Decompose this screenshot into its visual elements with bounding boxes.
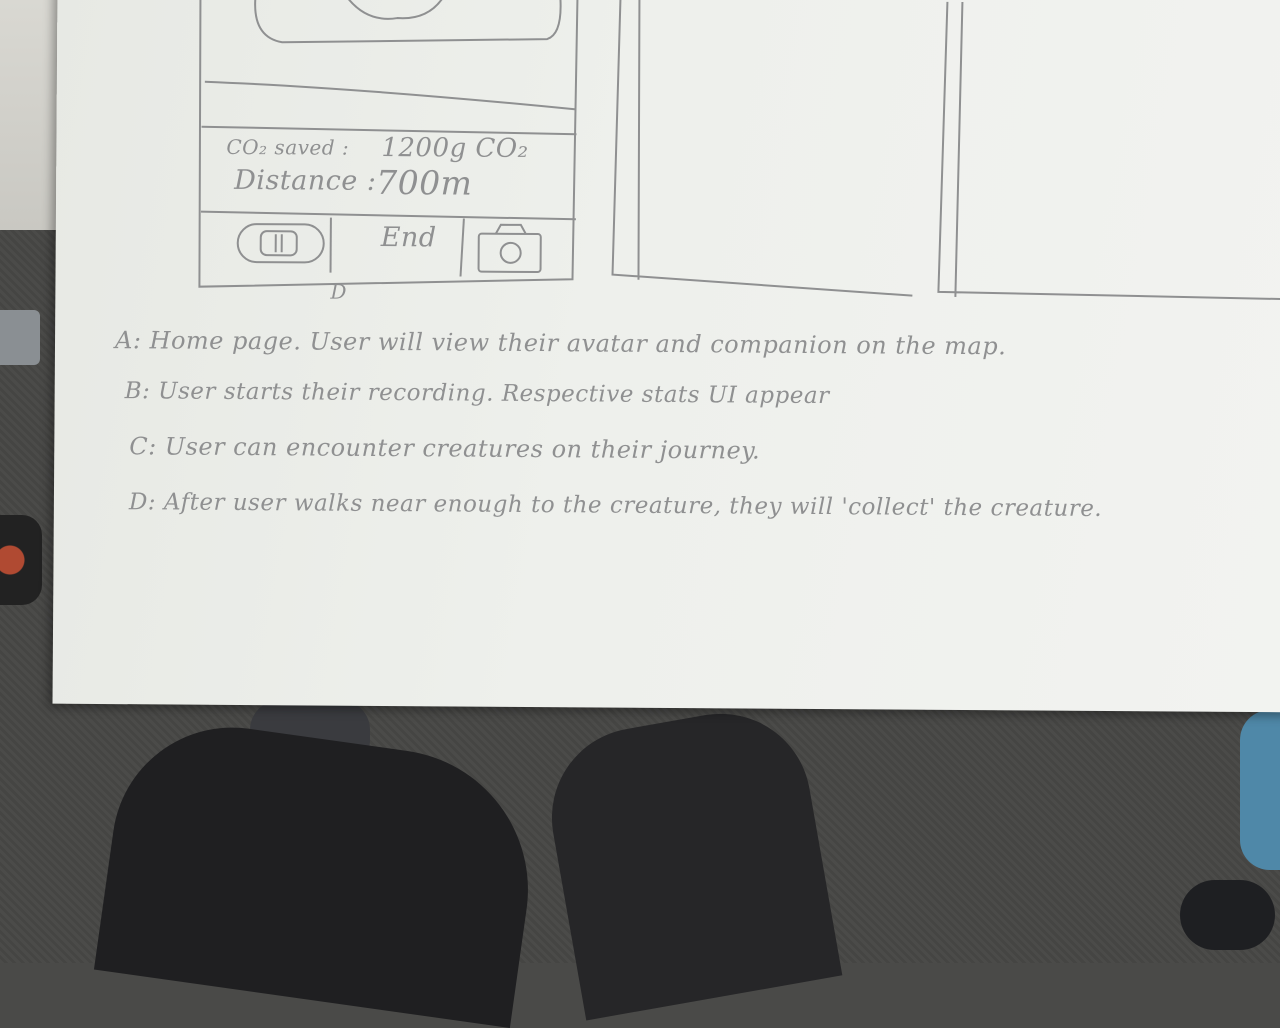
distance-value: 700m bbox=[376, 163, 473, 203]
map-card bbox=[255, 0, 561, 44]
note-b: B: User starts their recording. Respecti… bbox=[125, 378, 830, 409]
control-divider-2 bbox=[461, 219, 464, 277]
end-button: End bbox=[381, 222, 437, 253]
pause-inner bbox=[261, 231, 297, 255]
blue-chair bbox=[1240, 710, 1280, 870]
distance-label: Distance : bbox=[234, 165, 376, 197]
chair-wheel bbox=[1180, 880, 1275, 950]
note-c: C: User can encounter creatures on their… bbox=[129, 432, 760, 464]
phone-frame-right bbox=[938, 2, 1280, 299]
grey-object bbox=[0, 310, 40, 365]
camera-body bbox=[479, 234, 541, 272]
right-leg bbox=[538, 700, 843, 1021]
stats-bottom-line bbox=[201, 212, 576, 220]
avatar-sketch bbox=[347, 0, 442, 19]
left-leg bbox=[94, 712, 546, 1028]
divider-1 bbox=[205, 82, 575, 110]
person-legs bbox=[60, 700, 880, 963]
paper-sheet: CO₂ saved : 1200g CO₂ Distance : 700m En… bbox=[53, 0, 1280, 712]
camera-lens bbox=[501, 243, 521, 263]
co2-label: CO₂ saved : bbox=[226, 135, 349, 160]
co2-value: 1200g CO₂ bbox=[381, 133, 528, 164]
bag bbox=[0, 515, 42, 605]
frame-label-d: D bbox=[330, 280, 347, 304]
phone-frame-middle bbox=[612, 0, 914, 296]
